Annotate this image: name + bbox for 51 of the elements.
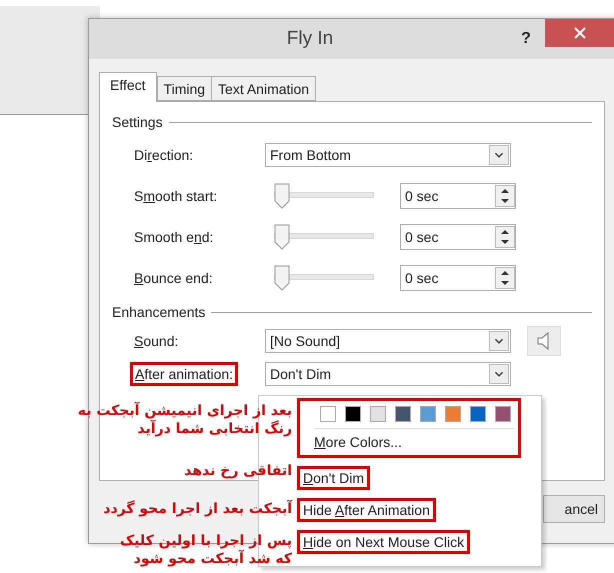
slider-thumb[interactable] <box>274 224 290 250</box>
slider-thumb[interactable] <box>274 264 290 290</box>
cancel-button[interactable]: ancel <box>543 495 605 523</box>
menu-item[interactable]: Hide on Next Mouse Click <box>297 530 470 554</box>
color-swatch[interactable] <box>320 406 336 422</box>
after-animation-dropdown[interactable]: Don't Dim <box>265 362 511 386</box>
field-label: Sound: <box>134 333 180 349</box>
color-swatch[interactable] <box>395 406 411 422</box>
spinner-field[interactable]: 0 sec <box>400 264 516 290</box>
dropdown-caret-icon[interactable] <box>489 144 509 164</box>
group-heading: Enhancements <box>112 304 206 320</box>
direction-dropdown[interactable]: From Bottom <box>265 142 511 166</box>
slider[interactable] <box>274 264 374 290</box>
color-swatch[interactable] <box>420 406 436 422</box>
close-button[interactable] <box>545 19 614 47</box>
annotation-text: پس از اجرا با اولین کلیک که شد آبجکت محو شود <box>120 532 292 568</box>
spinner-field[interactable]: 0 sec <box>400 182 516 208</box>
color-swatch[interactable] <box>470 406 486 422</box>
dropdown-caret-icon[interactable] <box>489 331 509 351</box>
group-heading: Settings <box>112 114 163 130</box>
spinner-arrows-icon[interactable] <box>495 184 515 206</box>
annotation-text: بعد از اجرای انیمیشن آبجکت به رنگ انتخابی شما درآید <box>78 402 292 438</box>
field-label: Smooth end: <box>134 228 214 244</box>
field-label: Smooth start: <box>134 188 218 204</box>
color-swatch[interactable] <box>495 406 511 422</box>
speaker-button[interactable] <box>527 326 561 356</box>
annotation-text: آبجکت بعد از اجرا محو گردد <box>103 500 292 518</box>
annotation-text: اتفاقی رخ ندهد <box>184 462 292 480</box>
menu-item[interactable]: Don't Dim <box>297 466 370 490</box>
sound-dropdown[interactable]: [No Sound] <box>265 329 511 353</box>
spinner-arrows-icon[interactable] <box>495 226 515 248</box>
color-swatch[interactable] <box>370 406 386 422</box>
slider-thumb[interactable] <box>274 182 290 208</box>
slider[interactable] <box>274 182 374 208</box>
more-colors-item[interactable]: More Colors... <box>314 429 518 450</box>
color-swatch[interactable] <box>345 406 361 422</box>
slider[interactable] <box>274 224 374 250</box>
spinner-field[interactable]: 0 sec <box>400 224 516 250</box>
help-button[interactable]: ? <box>511 25 541 53</box>
window-title: Fly In <box>286 28 334 50</box>
field-label: Bounce end: <box>134 270 214 286</box>
field-label: Direction: <box>134 146 194 162</box>
speaker-icon <box>537 331 551 351</box>
tab[interactable]: Effect <box>99 72 157 102</box>
tab[interactable]: Text Animation <box>211 76 316 101</box>
spinner-arrows-icon[interactable] <box>495 266 515 288</box>
tab[interactable]: Timing <box>156 76 212 101</box>
color-swatch[interactable] <box>445 406 461 422</box>
close-icon <box>574 27 586 39</box>
menu-item[interactable]: Hide After Animation <box>297 498 436 522</box>
dropdown-caret-icon[interactable] <box>489 364 509 384</box>
